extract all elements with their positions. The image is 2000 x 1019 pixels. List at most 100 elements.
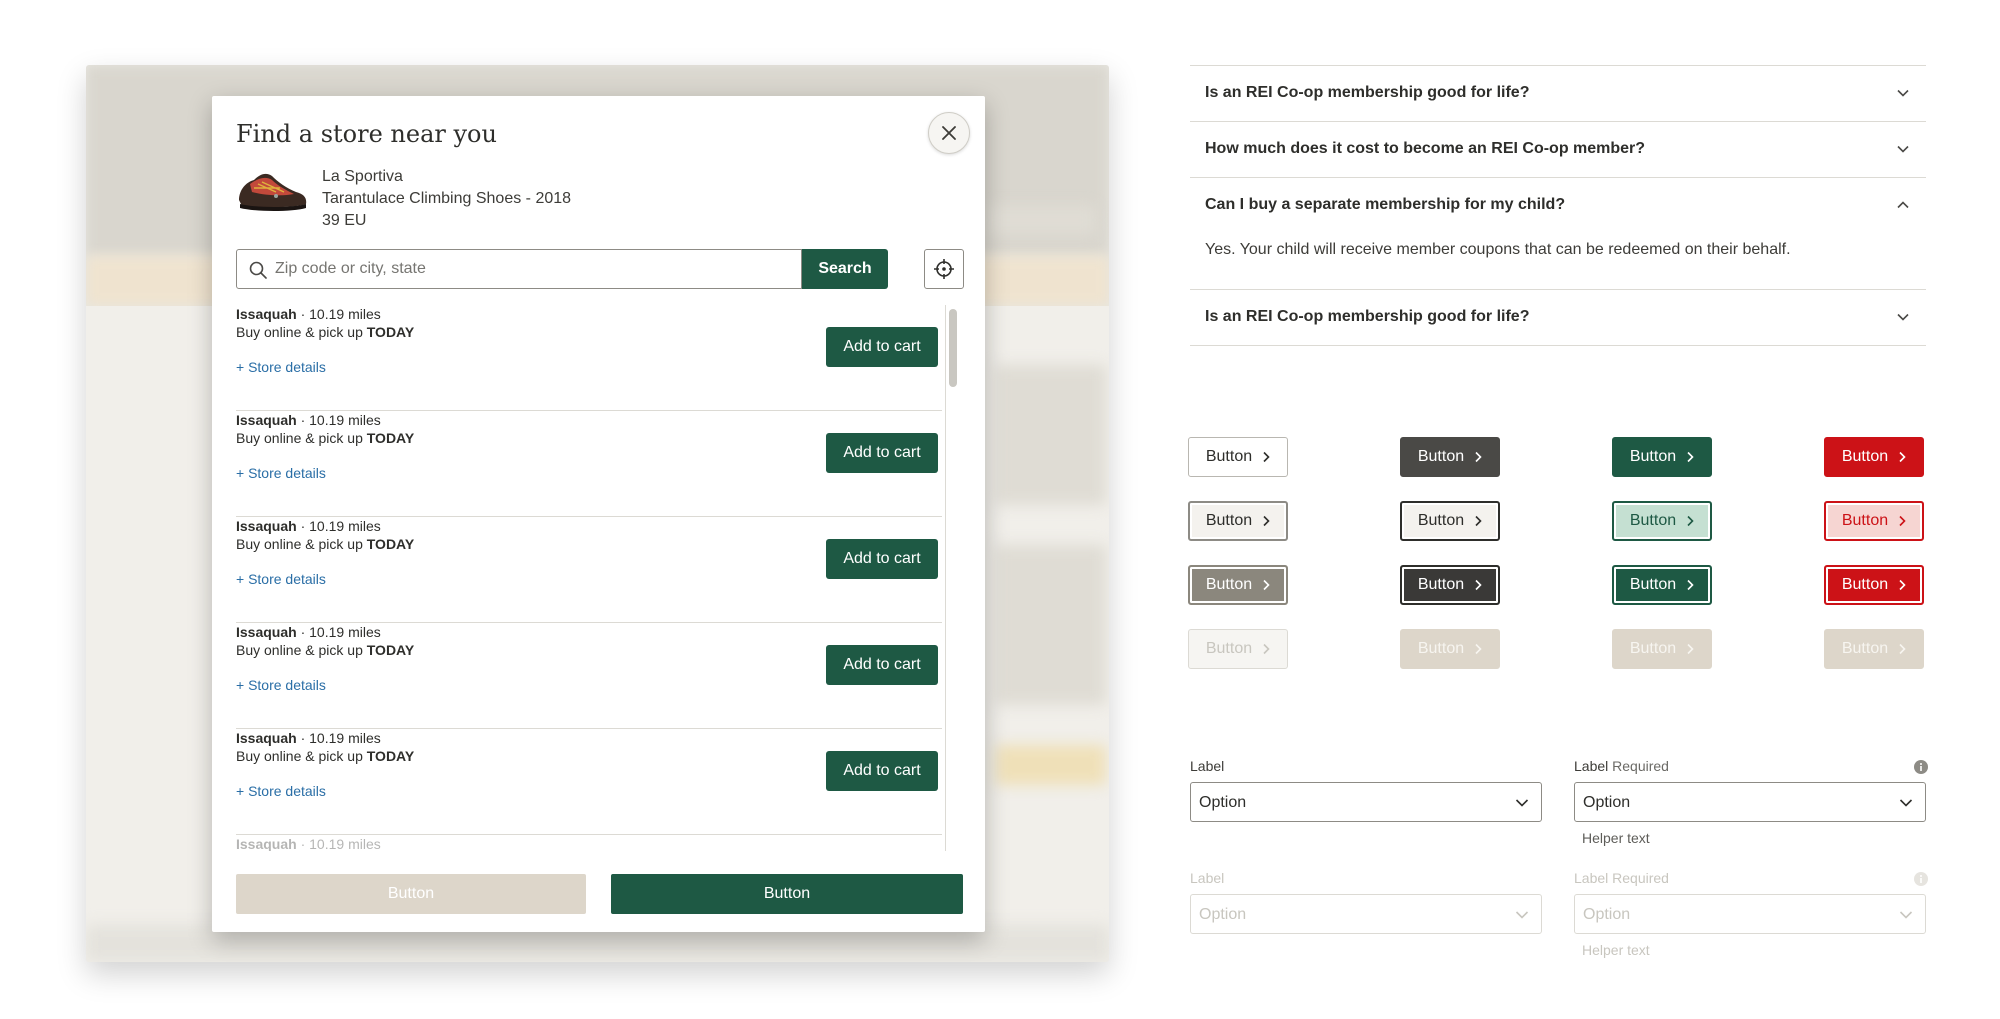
modal-title: Find a store near you (236, 120, 497, 148)
secondary-button-hover[interactable]: Button (1188, 501, 1288, 541)
button-label: Button (1841, 576, 1889, 593)
locate-me-button[interactable] (924, 249, 964, 289)
pickup-info: Buy online & pick up TODAY (236, 429, 414, 447)
pickup-day: TODAY (366, 430, 415, 446)
tertiary-button-hover[interactable]: Button (1400, 501, 1500, 541)
store-name: Issaquah (236, 518, 297, 534)
faq-item: Is an REI Co-op membership good for life… (1190, 289, 1926, 346)
search-button[interactable]: Search (802, 249, 888, 289)
pickup-info: Buy online & pick up TODAY (236, 641, 414, 659)
info-icon (1914, 872, 1928, 886)
select-label: Label (1190, 870, 1224, 886)
add-to-cart-button[interactable]: Add to cart (826, 327, 938, 367)
primary-button[interactable]: Button (611, 874, 963, 914)
chevron-down-icon (1899, 911, 1913, 919)
faq-answer-panel: Yes. Your child will receive member coup… (1190, 233, 1926, 289)
button-label: Button (1629, 640, 1677, 657)
climbing-shoe-icon (239, 173, 307, 211)
pickup-info: Buy online & pick up TODAY (236, 323, 414, 341)
pickup-text: Buy online & pick up (236, 430, 367, 446)
select-field-required: Label Required Option Helper text (1574, 758, 1928, 858)
faq-question: Is an REI Co-op membership good for life… (1205, 308, 1530, 325)
product-size: 39 EU (322, 212, 367, 229)
faq-question-toggle[interactable]: Is an REI Co-op membership good for life… (1190, 66, 1926, 121)
store-name: Issaquah (236, 730, 297, 746)
store-row: Issaquah · 10.19 miles Buy online & pick… (236, 729, 942, 835)
pickup-day: TODAY (366, 748, 415, 764)
danger-button-active[interactable]: Button (1824, 565, 1924, 605)
pickup-day: TODAY (366, 642, 415, 658)
tertiary-button-active[interactable]: Button (1400, 565, 1500, 605)
chevron-down-icon (1899, 799, 1913, 807)
close-icon (942, 126, 956, 140)
select-value: Option (1583, 794, 1631, 811)
product-info: La Sportiva Tarantulace Climbing Shoes -… (322, 166, 571, 232)
add-to-cart-button[interactable]: Add to cart (826, 433, 938, 473)
secondary-button-default[interactable]: Button (1188, 437, 1288, 477)
store-name: Issaquah (236, 412, 297, 428)
primary-button-active[interactable]: Button (1612, 565, 1712, 605)
faq-question-toggle[interactable]: Is an REI Co-op membership good for life… (1190, 290, 1926, 345)
product-summary: La Sportiva Tarantulace Climbing Shoes -… (236, 166, 736, 230)
primary-button-hover[interactable]: Button (1612, 501, 1712, 541)
modal-footer: Button Button (236, 874, 963, 914)
button-label: Button (1417, 512, 1465, 529)
danger-button-hover[interactable]: Button (1824, 501, 1924, 541)
select-value: Option (1199, 794, 1247, 811)
primary-button-disabled: Button (1612, 629, 1712, 669)
secondary-button-disabled: Button (236, 874, 586, 914)
button-states-grid: Button Button Button Button Button Button Butt… (1188, 437, 1928, 669)
pickup-info: Buy online & pick up TODAY (236, 535, 414, 553)
select-label: Label Required (1574, 870, 1669, 886)
crosshair-icon (934, 259, 954, 279)
chevron-right-icon (1687, 579, 1694, 591)
chevron-right-icon (1475, 643, 1482, 655)
add-to-cart-button[interactable]: Add to cart (826, 539, 938, 579)
blurred-block (996, 745, 1106, 785)
faq-question-toggle[interactable]: Can I buy a separate membership for my c… (1190, 178, 1926, 233)
helper-text: Helper text (1582, 942, 1650, 958)
store-title: Issaquah · 10.19 miles (236, 729, 381, 747)
pickup-text: Buy online & pick up (236, 642, 367, 658)
faq-question-toggle[interactable]: How much does it cost to become an REI C… (1190, 122, 1926, 177)
store-distance: · 10.19 miles (296, 730, 381, 746)
store-details-link[interactable]: + Store details (236, 677, 326, 693)
button-label: Button (1205, 448, 1253, 465)
product-name: Tarantulace Climbing Shoes - 2018 (322, 190, 572, 207)
store-distance: · 10.19 miles (296, 836, 381, 851)
add-to-cart-button[interactable]: Add to cart (826, 645, 938, 685)
select-dropdown-disabled: Option (1190, 894, 1542, 934)
chevron-right-icon (1687, 643, 1694, 655)
store-details-link[interactable]: + Store details (236, 571, 326, 587)
secondary-button-active[interactable]: Button (1188, 565, 1288, 605)
danger-button-default[interactable]: Button (1824, 437, 1924, 477)
info-icon[interactable] (1914, 760, 1928, 774)
close-button[interactable] (928, 112, 970, 154)
blurred-block (996, 545, 1106, 705)
select-field-disabled: Label Option (1190, 870, 1544, 970)
select-dropdown[interactable]: Option (1574, 782, 1926, 822)
search-input[interactable] (275, 250, 795, 288)
chevron-right-icon (1899, 579, 1906, 591)
select-label-text: Label (1574, 758, 1609, 774)
chevron-down-icon (1515, 799, 1529, 807)
danger-button-disabled: Button (1824, 629, 1924, 669)
store-search-row: Search (236, 249, 964, 289)
store-distance: · 10.19 miles (296, 412, 381, 428)
chevron-right-icon (1475, 515, 1482, 527)
product-brand: La Sportiva (322, 168, 403, 185)
primary-button-default[interactable]: Button (1612, 437, 1712, 477)
store-details-link[interactable]: + Store details (236, 359, 326, 375)
tertiary-button-default[interactable]: Button (1400, 437, 1500, 477)
select-label: Label (1190, 758, 1224, 774)
store-details-link[interactable]: + Store details (236, 783, 326, 799)
scrollbar-thumb[interactable] (949, 309, 957, 387)
add-to-cart-button[interactable]: Add to cart (826, 751, 938, 791)
select-examples: Label Option Label Required Option Helpe… (1190, 758, 1928, 998)
store-details-link[interactable]: + Store details (236, 465, 326, 481)
chevron-right-icon (1899, 451, 1906, 463)
chevron-down-icon (1515, 911, 1529, 919)
faq-item-expanded: Can I buy a separate membership for my c… (1190, 177, 1926, 289)
select-dropdown[interactable]: Option (1190, 782, 1542, 822)
store-list-scrollbar[interactable] (945, 305, 958, 851)
